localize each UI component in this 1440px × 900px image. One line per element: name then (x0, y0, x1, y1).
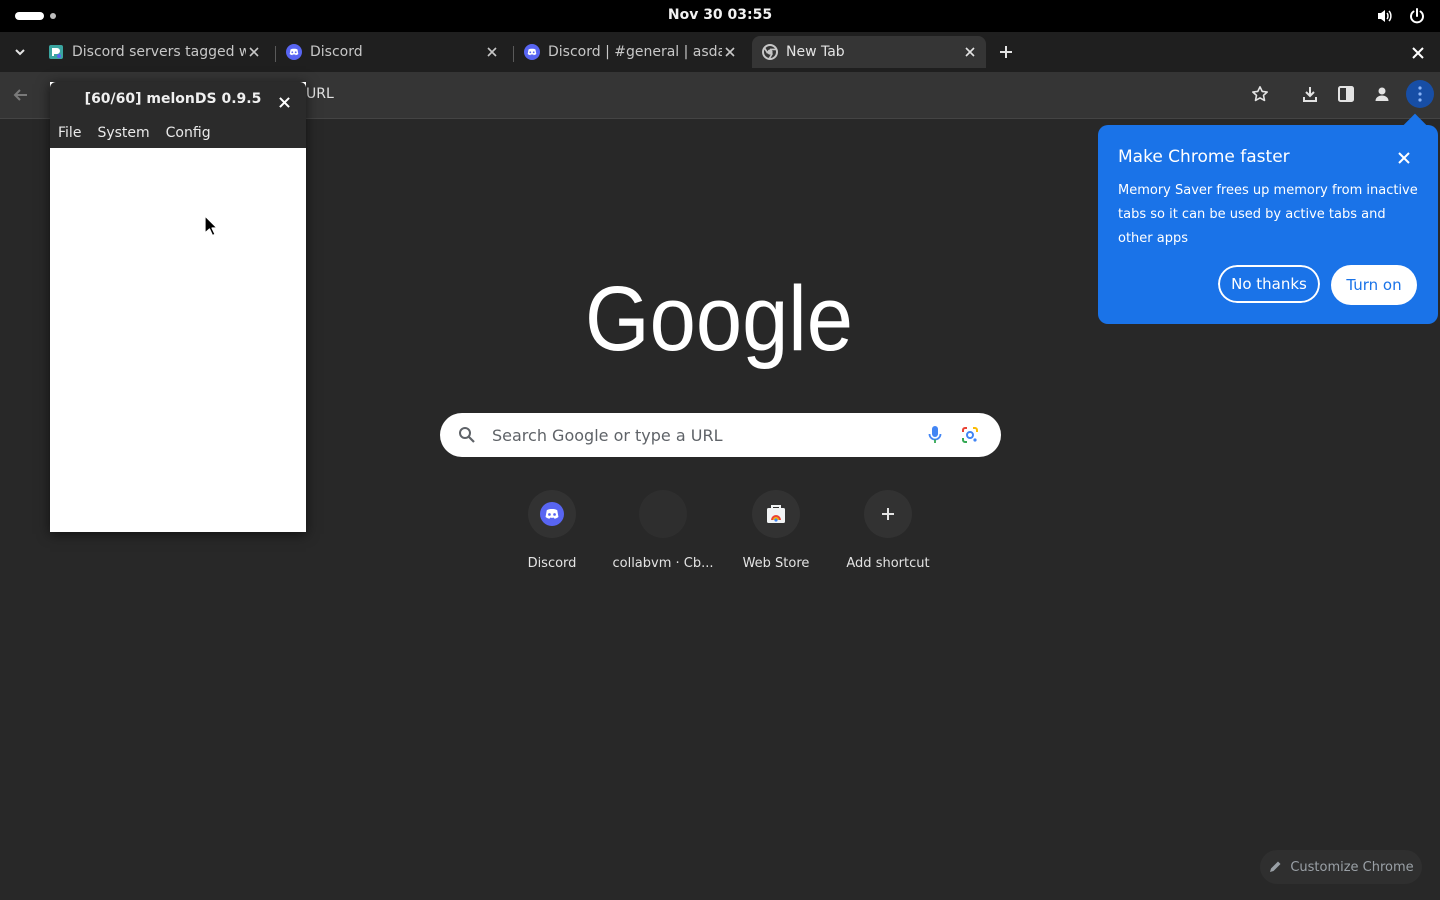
close-icon (279, 97, 290, 108)
shortcut-label: Add shortcut (846, 556, 930, 571)
window-close-button[interactable] (1412, 44, 1424, 63)
shortcut-label: Web Store (742, 556, 810, 571)
clock[interactable]: Nov 30 03:55 (0, 7, 1440, 23)
tab-title: Discord | #general | asda (548, 44, 722, 60)
close-icon (1398, 152, 1410, 164)
search-box[interactable]: Search Google or type a URL (440, 413, 1001, 457)
plus-icon (1000, 46, 1012, 58)
system-top-bar: Nov 30 03:55 (0, 0, 1440, 32)
close-icon (1412, 47, 1424, 59)
profile-icon (1375, 87, 1389, 101)
discord-icon (286, 44, 302, 60)
power-icon[interactable] (1408, 7, 1426, 25)
back-button[interactable] (12, 86, 30, 108)
volume-icon[interactable] (1376, 7, 1394, 25)
google-logo: Google (585, 268, 855, 372)
plus-icon (882, 508, 894, 520)
bookmark-star-icon (1252, 86, 1268, 102)
download-icon (1303, 87, 1317, 102)
discord-icon (540, 502, 564, 526)
shortcut-label: Discord (527, 556, 577, 571)
melonds-window[interactable]: [60/60] melonDS 0.9.5 File System Config (50, 82, 306, 532)
mic-icon[interactable] (927, 425, 943, 449)
close-tab-icon[interactable] (246, 44, 262, 60)
promo-body: Memory Saver frees up memory from inacti… (1118, 183, 1418, 246)
back-icon (13, 89, 27, 101)
menu-config[interactable]: Config (166, 125, 211, 141)
tab-discord-general[interactable]: Discord | #general | asda (514, 36, 746, 68)
side-panel-button[interactable] (1337, 85, 1355, 107)
search-input[interactable]: Search Google or type a URL (492, 426, 722, 445)
search-icon (458, 426, 476, 448)
shortcut-web-store[interactable]: Web Store (720, 490, 832, 580)
shortcut-icon-tile (528, 490, 576, 538)
promo-close-button[interactable] (1398, 149, 1410, 168)
tab-title: New Tab (786, 44, 845, 60)
promo-title: Make Chrome faster (1118, 147, 1290, 167)
blank-icon (639, 490, 687, 538)
turn-on-button[interactable]: Turn on (1331, 265, 1417, 305)
add-shortcut-button[interactable]: Add shortcut (832, 490, 944, 580)
shortcut-discord[interactable]: Discord (496, 490, 608, 580)
close-tab-icon[interactable] (722, 44, 738, 60)
shortcut-icon-tile (864, 490, 912, 538)
menu-system[interactable]: System (97, 125, 149, 141)
tab-strip: Discord servers tagged w Discord Discord… (0, 32, 1440, 72)
melonds-menubar: File System Config (50, 118, 306, 148)
tab-title: Discord servers tagged w (72, 44, 246, 60)
tab-title: Discord (310, 44, 363, 60)
melonds-title: [60/60] melonDS 0.9.5 (84, 91, 262, 107)
tab-discord-servers[interactable]: Discord servers tagged w (38, 36, 270, 68)
downloads-button[interactable] (1301, 85, 1319, 107)
side-panel-icon (1338, 86, 1354, 102)
discord-icon (524, 44, 540, 60)
close-tab-icon[interactable] (962, 44, 978, 60)
profile-button[interactable] (1373, 85, 1391, 107)
pencil-icon (1270, 861, 1281, 872)
shortcut-icon-tile (752, 490, 800, 538)
tab-search-button[interactable] (8, 40, 32, 64)
mouse-cursor-icon (204, 215, 218, 241)
customize-chrome-button[interactable]: Customize Chrome (1260, 850, 1422, 884)
web-store-icon (767, 505, 785, 523)
lens-icon[interactable] (960, 425, 980, 449)
new-tab-button[interactable] (994, 40, 1018, 64)
bookmark-star-button[interactable] (1251, 85, 1269, 107)
google-logo-text: Google (585, 272, 853, 370)
no-thanks-button[interactable]: No thanks (1216, 263, 1322, 305)
melonds-titlebar[interactable]: [60/60] melonDS 0.9.5 (50, 82, 306, 118)
melonds-close-button[interactable] (279, 93, 290, 112)
chevron-down-icon (15, 49, 25, 56)
shortcut-collabvm[interactable]: collabvm · Cb... (607, 490, 719, 580)
memory-saver-promo: Make Chrome faster Memory Saver frees up… (1098, 113, 1438, 324)
disboard-icon (48, 44, 64, 60)
tab-discord[interactable]: Discord (276, 36, 508, 68)
shortcut-label: collabvm · Cb... (612, 556, 714, 571)
tab-new-tab[interactable]: New Tab (752, 36, 986, 68)
customize-label: Customize Chrome (1290, 859, 1414, 875)
menu-file[interactable]: File (58, 125, 81, 141)
chrome-icon (762, 44, 778, 60)
close-tab-icon[interactable] (484, 44, 500, 60)
more-vert-icon (1418, 86, 1422, 102)
chrome-menu-button[interactable] (1406, 80, 1434, 108)
omnibox[interactable]: URL (306, 86, 334, 102)
